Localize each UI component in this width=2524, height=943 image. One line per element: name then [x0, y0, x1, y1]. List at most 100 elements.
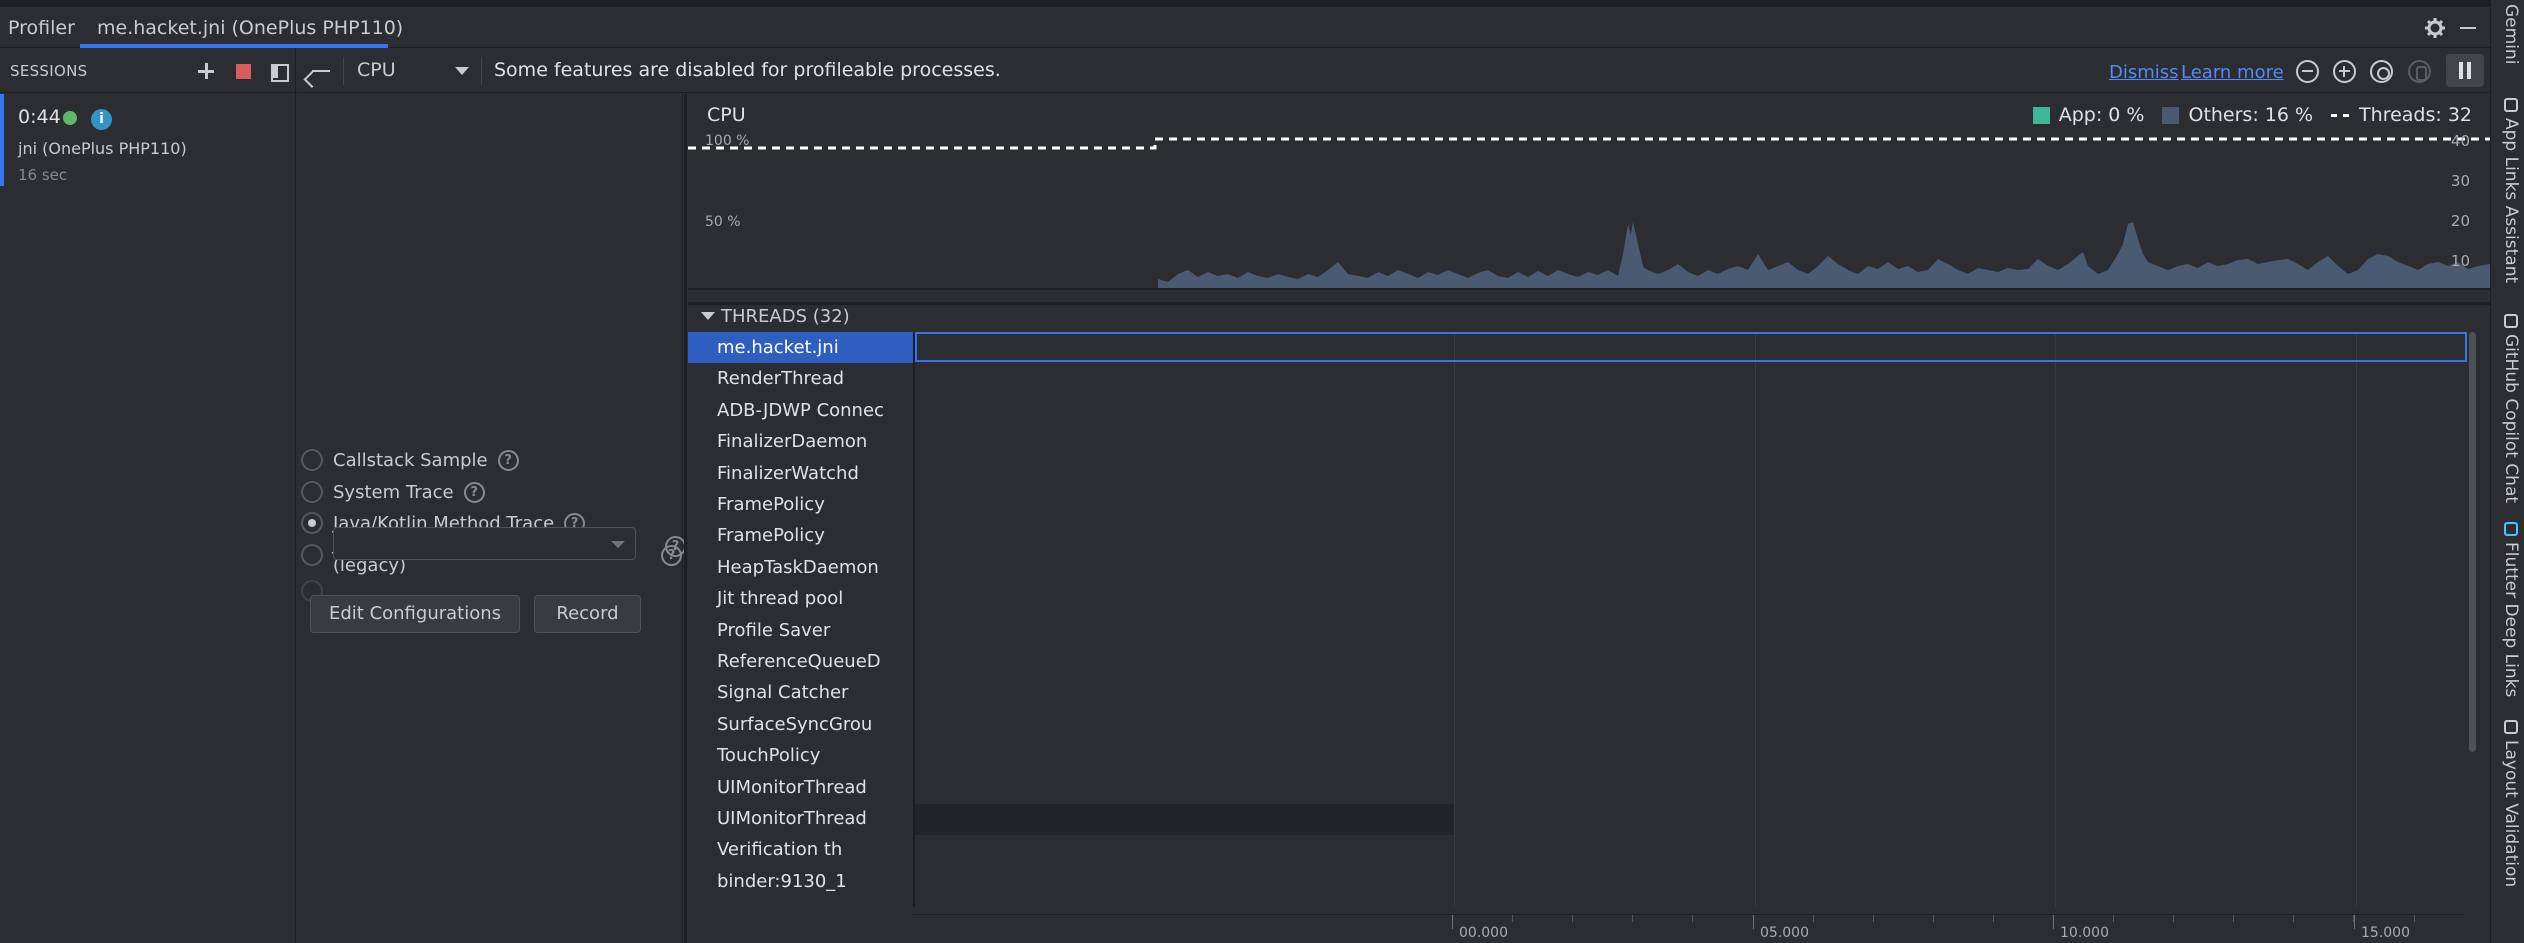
tool-gemini[interactable]: Gemini	[2495, 4, 2521, 64]
thread-row[interactable]: HeapTaskDaemon	[688, 552, 913, 583]
collapse-panel-icon[interactable]	[268, 60, 290, 82]
thread-row[interactable]: UIMonitorThread	[688, 803, 913, 834]
panel-divider[interactable]	[684, 94, 687, 943]
legend-app: App: 0 %	[2032, 104, 2145, 126]
reset-zoom-icon[interactable]	[2370, 60, 2393, 83]
thread-row[interactable]: Jit thread pool	[688, 583, 913, 614]
legend-threads: Threads: 32	[2331, 104, 2472, 126]
left-axis-label: 100 %	[705, 133, 750, 149]
thread-row[interactable]: Profile Saver	[688, 615, 913, 646]
legend-threads-swatch	[2331, 113, 2350, 117]
gear-icon[interactable]	[2424, 17, 2446, 39]
minor-tick	[1933, 915, 1934, 922]
minor-tick	[1512, 915, 1513, 922]
stop-session-icon[interactable]	[233, 60, 255, 82]
minor-tick	[1993, 915, 1994, 922]
option-system-trace[interactable]: System Trace ?	[301, 479, 485, 505]
toolbar-divider	[481, 57, 482, 85]
add-session-icon[interactable]	[195, 60, 217, 82]
minor-tick	[1813, 915, 1814, 922]
minor-tick	[2293, 915, 2294, 922]
minor-tick	[2173, 915, 2174, 922]
info-icon[interactable]: i	[91, 109, 112, 130]
session-time: 0:44	[18, 106, 61, 128]
profileable-notice: Some features are disabled for profileab…	[494, 59, 1001, 81]
time-label: 00.000	[1459, 925, 1508, 941]
radio-callstack-sample[interactable]	[301, 449, 323, 471]
cpu-usage-chart[interactable]: CPU App: 0 % Others: 16 % Threads: 32 10…	[688, 94, 2490, 304]
toolbar-divider	[343, 57, 344, 85]
thread-row[interactable]: FinalizerWatchd	[688, 458, 913, 489]
help-icon[interactable]: ?	[665, 536, 686, 557]
learn-more-link[interactable]: Learn more	[2181, 62, 2284, 83]
legend-others: Others: 16 %	[2162, 104, 2313, 126]
tool-flutter-deep-links[interactable]: Flutter Deep Links	[2495, 522, 2521, 697]
time-gridline	[1454, 332, 1455, 907]
right-axis-label: 40	[2450, 132, 2470, 150]
profiler-toolwindow-header: Profiler me.hacket.jni (OnePlus PHP110)	[0, 7, 2490, 48]
attach-to-live-icon[interactable]	[2408, 60, 2431, 83]
selected-thread-track[interactable]	[915, 332, 2467, 362]
tool-github-copilot-chat[interactable]: GitHub Copilot Chat	[2495, 314, 2521, 503]
thread-row[interactable]: TouchPolicy	[688, 740, 913, 771]
option-label: Callstack Sample	[333, 449, 488, 471]
thread-row[interactable]: me.hacket.jni	[688, 332, 913, 363]
thread-tracks[interactable]	[913, 332, 2467, 907]
radio-java-kotlin-method-trace[interactable]	[301, 512, 323, 534]
thread-row[interactable]: FramePolicy	[688, 520, 913, 551]
time-gridline	[2055, 332, 2056, 907]
tool-app-links-label: App Links Assistant	[2501, 118, 2521, 284]
radio-java-kotlin-method-sample[interactable]	[301, 544, 323, 566]
option-callstack-sample[interactable]: Callstack Sample ?	[301, 447, 519, 473]
threads-scrollbar[interactable]	[2465, 332, 2479, 752]
sessions-toolbar: SESSIONS	[0, 49, 295, 93]
right-axis-label: 30	[2450, 172, 2470, 190]
session-item[interactable]: 0:44 i jni (OnePlus PHP110) 16 sec	[0, 94, 295, 186]
time-label: 15.000	[2361, 925, 2410, 941]
threads-header[interactable]: THREADS (32)	[688, 302, 2490, 327]
tab-profiler[interactable]: Profiler	[8, 7, 75, 48]
zoom-in-icon[interactable]	[2333, 60, 2356, 83]
record-button[interactable]: Record	[534, 595, 641, 633]
thread-row[interactable]: RenderThread	[688, 363, 913, 394]
zoom-out-icon[interactable]	[2296, 60, 2319, 83]
tool-app-links-assistant[interactable]: App Links Assistant	[2495, 98, 2521, 283]
sessions-panel: SESSIONS 0:44 i jni (OnePlus PHP110) 16 …	[0, 49, 296, 943]
thread-row[interactable]: FramePolicy	[688, 489, 913, 520]
thread-row[interactable]: binder:9130_1	[688, 866, 913, 897]
layout-icon	[2504, 720, 2518, 734]
collapse-caret-icon[interactable]	[701, 312, 715, 320]
thread-row[interactable]: SurfaceSyncGrou	[688, 709, 913, 740]
legend-app-swatch	[2032, 106, 2050, 124]
session-name: jni (OnePlus PHP110)	[18, 139, 187, 158]
minimize-icon[interactable]	[2460, 27, 2476, 29]
thread-row[interactable]: UIMonitorThread	[688, 772, 913, 803]
tab-session[interactable]: me.hacket.jni (OnePlus PHP110)	[97, 7, 403, 48]
others-cpu-area	[1158, 222, 2490, 289]
help-icon[interactable]: ?	[497, 449, 519, 471]
time-gridline	[2356, 332, 2357, 907]
back-arrow-icon[interactable]	[309, 61, 331, 81]
monitor-selector[interactable]: CPU	[357, 59, 396, 81]
minor-tick	[2113, 915, 2114, 922]
radio-system-trace[interactable]	[301, 481, 323, 503]
legend-app-label: App: 0 %	[2058, 104, 2145, 126]
pause-icon[interactable]	[2446, 54, 2484, 87]
thread-row[interactable]: ReferenceQueueD	[688, 646, 913, 677]
link-icon	[2504, 98, 2518, 112]
major-tick	[2053, 915, 2054, 929]
config-dropdown[interactable]	[333, 527, 636, 560]
tool-layout-label: Layout Validation	[2501, 740, 2521, 888]
tool-layout-validation[interactable]: Layout Validation	[2495, 720, 2521, 887]
chevron-down-icon[interactable]	[455, 67, 469, 75]
thread-row[interactable]: FinalizerDaemon	[688, 426, 913, 457]
thread-row[interactable]: ADB-JDWP Connec	[688, 395, 913, 426]
edit-configurations-button[interactable]: Edit Configurations	[310, 595, 520, 633]
cpu-monitor-area: CPU App: 0 % Others: 16 % Threads: 32 10…	[684, 94, 2490, 943]
dismiss-link[interactable]: Dismiss	[2109, 62, 2179, 83]
minor-tick	[2414, 915, 2415, 922]
thread-row[interactable]: Signal Catcher	[688, 677, 913, 708]
tool-flutter-label: Flutter Deep Links	[2501, 542, 2521, 698]
help-icon[interactable]: ?	[463, 481, 485, 503]
thread-row[interactable]: Verification th	[688, 834, 913, 865]
